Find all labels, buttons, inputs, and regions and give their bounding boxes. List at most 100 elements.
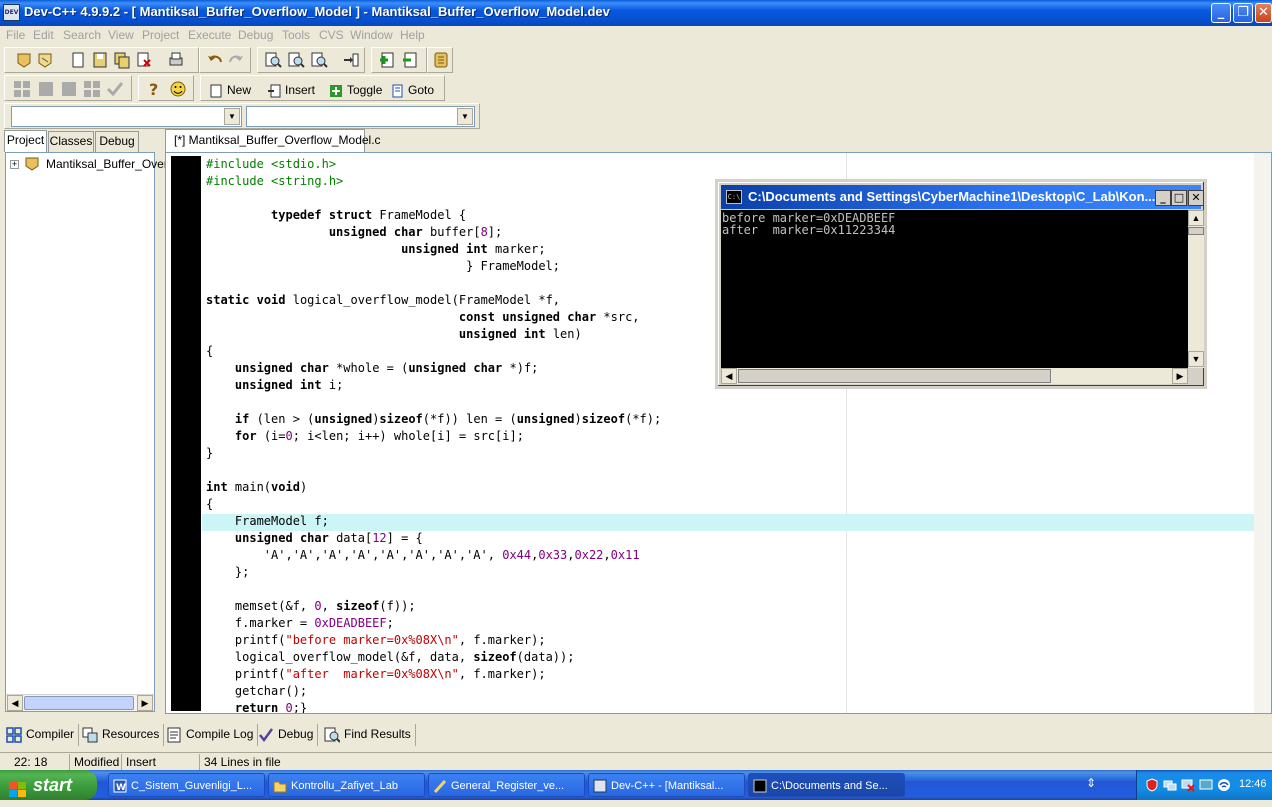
code-line[interactable]: return 0;} xyxy=(206,700,661,713)
menu-execute[interactable]: Execute xyxy=(188,28,231,42)
tab-find-results[interactable]: Find Results xyxy=(324,724,416,746)
code-line[interactable] xyxy=(206,462,661,479)
code-line[interactable]: { xyxy=(206,496,661,513)
taskbar-item-active[interactable]: C:\Documents and Se... xyxy=(748,773,905,797)
code-line[interactable] xyxy=(206,275,661,292)
chevron-down-icon[interactable]: ▼ xyxy=(224,108,240,125)
tree-root-label[interactable]: Mantiksal_Buffer_Overf xyxy=(46,157,171,171)
code-line[interactable]: unsigned int len) xyxy=(206,326,661,343)
new-file-icon[interactable] xyxy=(69,51,87,69)
compile-run-icon[interactable] xyxy=(60,80,78,98)
redo-icon[interactable] xyxy=(227,51,245,69)
code-line[interactable]: if (len > (unsigned)sizeof(*f)) len = (u… xyxy=(206,411,661,428)
project-options-icon[interactable] xyxy=(432,51,450,69)
taskbar-item[interactable]: Kontrollu_Zafiyet_Lab xyxy=(268,773,425,797)
code-line[interactable]: unsigned char data[12] = { xyxy=(206,530,661,547)
code-line[interactable] xyxy=(206,581,661,598)
tab-debug[interactable]: Debug xyxy=(95,131,139,152)
code-line[interactable]: } FrameModel; xyxy=(206,258,661,275)
menu-view[interactable]: View xyxy=(108,28,134,42)
start-button[interactable]: start xyxy=(0,770,97,800)
code-line[interactable]: unsigned int marker; xyxy=(206,241,661,258)
horizontal-scrollbar[interactable]: ◀ ▶ xyxy=(6,694,154,711)
toggle-button[interactable]: Toggle xyxy=(329,80,382,100)
class-combo[interactable]: ▼ xyxy=(11,106,242,127)
title-bar[interactable]: DEV Dev-C++ 4.9.9.2 - [ Mantiksal_Buffer… xyxy=(0,0,1272,26)
tab-resources[interactable]: Resources xyxy=(82,724,165,746)
about-icon[interactable] xyxy=(169,80,187,98)
tab-classes[interactable]: Classes xyxy=(48,131,94,152)
scroll-thumb[interactable] xyxy=(24,696,134,710)
network-error-icon[interactable] xyxy=(1181,778,1195,792)
check-icon[interactable] xyxy=(106,80,124,98)
code-line[interactable]: logical_overflow_model(&f, data, sizeof(… xyxy=(206,649,661,666)
console-scroll-thumb[interactable] xyxy=(1188,227,1204,235)
network-icon[interactable] xyxy=(1163,778,1177,792)
tab-project[interactable]: Project xyxy=(4,130,47,152)
code-line[interactable]: unsigned int i; xyxy=(206,377,661,394)
file-tab[interactable]: [*] Mantiksal_Buffer_Overflow_Model.c xyxy=(165,129,381,152)
console-vscroll[interactable]: ▲ ▼ xyxy=(1188,210,1204,368)
replace-icon[interactable] xyxy=(287,51,305,69)
code-line[interactable]: { xyxy=(206,343,661,360)
vertical-scrollbar[interactable] xyxy=(1254,153,1271,713)
menu-cvs[interactable]: CVS xyxy=(319,28,344,42)
console-close-button[interactable]: ✕ xyxy=(1188,190,1204,206)
code-line[interactable]: FrameModel f; xyxy=(206,513,661,530)
tab-compile-log[interactable]: Compile Log xyxy=(166,724,259,746)
find-icon[interactable] xyxy=(264,51,282,69)
console-hscroll-thumb[interactable] xyxy=(738,369,1051,383)
code-line[interactable]: typedef struct FrameModel { xyxy=(206,207,661,224)
menu-help[interactable]: Help xyxy=(400,28,425,42)
menu-window[interactable]: Window xyxy=(350,28,393,42)
taskbar-item[interactable]: W C_Sistem_Guvenligi_L... xyxy=(108,773,265,797)
goto-line-icon[interactable] xyxy=(342,51,360,69)
code-line[interactable]: int main(void) xyxy=(206,479,661,496)
code-line[interactable]: } xyxy=(206,445,661,462)
chevron-down-icon[interactable]: ▼ xyxy=(457,108,473,125)
menu-tools[interactable]: Tools xyxy=(282,28,310,42)
shield-icon[interactable] xyxy=(1145,778,1159,792)
console-minimize-button[interactable]: _ xyxy=(1155,190,1171,206)
scroll-right-icon[interactable]: ▶ xyxy=(1172,368,1188,384)
run-icon[interactable] xyxy=(37,80,55,98)
menu-project[interactable]: Project xyxy=(142,28,179,42)
scroll-down-icon[interactable]: ▼ xyxy=(1188,351,1204,367)
rebuild-icon[interactable] xyxy=(83,80,101,98)
wifi-icon[interactable] xyxy=(1217,778,1231,792)
save-icon[interactable] xyxy=(91,51,109,69)
code-line[interactable]: unsigned char *whole = (unsigned char *)… xyxy=(206,360,661,377)
code-line[interactable] xyxy=(206,190,661,207)
show-desktop-icon[interactable]: ⇕ xyxy=(1086,776,1100,792)
close-button[interactable]: ✕ xyxy=(1255,3,1272,23)
goto-button[interactable]: Goto xyxy=(390,80,434,100)
project-icon[interactable] xyxy=(15,51,33,69)
minimize-button[interactable]: _ xyxy=(1211,3,1231,23)
insert-button[interactable]: Insert xyxy=(267,80,315,100)
monitor-icon[interactable] xyxy=(1199,778,1213,792)
code-line[interactable]: unsigned char buffer[8]; xyxy=(206,224,661,241)
menu-file[interactable]: File xyxy=(6,28,25,42)
code-line[interactable]: #include <stdio.h> xyxy=(206,156,661,173)
taskbar-item[interactable]: General_Register_ve... xyxy=(428,773,585,797)
console-hscroll[interactable]: ◀ ▶ xyxy=(721,368,1188,384)
new-button[interactable]: New xyxy=(209,80,251,100)
code-line[interactable]: for (i=0; i<len; i++) whole[i] = src[i]; xyxy=(206,428,661,445)
menu-debug[interactable]: Debug xyxy=(238,28,273,42)
console-maximize-button[interactable]: □ xyxy=(1171,190,1187,206)
compile-icon[interactable] xyxy=(13,80,31,98)
member-combo[interactable]: ▼ xyxy=(246,106,475,127)
scroll-up-icon[interactable]: ▲ xyxy=(1188,210,1204,226)
help-icon[interactable]: ? xyxy=(145,80,163,98)
console-window[interactable]: C:\ C:\Documents and Settings\CyberMachi… xyxy=(715,179,1207,389)
code-line[interactable]: getchar(); xyxy=(206,683,661,700)
scroll-right-icon[interactable]: ▶ xyxy=(137,695,153,711)
scroll-left-icon[interactable]: ◀ xyxy=(721,368,737,384)
taskbar-item[interactable]: Dev-C++ - [Mantiksal... xyxy=(588,773,745,797)
code-line[interactable]: 'A','A','A','A','A','A','A','A', 0x44,0x… xyxy=(206,547,661,564)
open-project-icon[interactable] xyxy=(36,51,54,69)
code-line[interactable]: #include <string.h> xyxy=(206,173,661,190)
code-line[interactable]: printf("after marker=0x%08X\n", f.marker… xyxy=(206,666,661,683)
code-line[interactable]: printf("before marker=0x%08X\n", f.marke… xyxy=(206,632,661,649)
restore-button[interactable]: ❐ xyxy=(1233,3,1253,23)
